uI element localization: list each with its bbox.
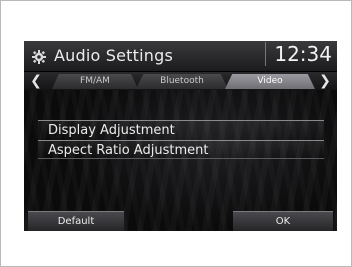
- ok-button[interactable]: OK: [233, 211, 333, 231]
- menu-item-aspect-ratio-adjustment[interactable]: Aspect Ratio Adjustment: [38, 140, 324, 159]
- screen-title: Audio Settings: [54, 46, 173, 65]
- audio-settings-screen: Audio Settings 12:34 ❮ FM/AM Bluetooth V…: [24, 41, 337, 231]
- figure-frame: Audio Settings 12:34 ❮ FM/AM Bluetooth V…: [0, 0, 352, 267]
- gear-icon: [32, 49, 46, 64]
- tab-video[interactable]: Video: [225, 74, 315, 89]
- tab-bluetooth[interactable]: Bluetooth: [136, 74, 228, 89]
- title-bar: Audio Settings 12:34: [24, 41, 337, 72]
- tab-fm-am[interactable]: FM/AM: [52, 74, 138, 89]
- tab-bar: ❮ FM/AM Bluetooth Video ❯: [24, 72, 337, 90]
- default-button[interactable]: Default: [28, 211, 124, 231]
- clock: 12:34: [265, 42, 332, 66]
- menu-item-display-adjustment[interactable]: Display Adjustment: [38, 120, 324, 139]
- chevron-right-icon[interactable]: ❯: [315, 72, 335, 90]
- chevron-left-icon[interactable]: ❮: [26, 72, 46, 90]
